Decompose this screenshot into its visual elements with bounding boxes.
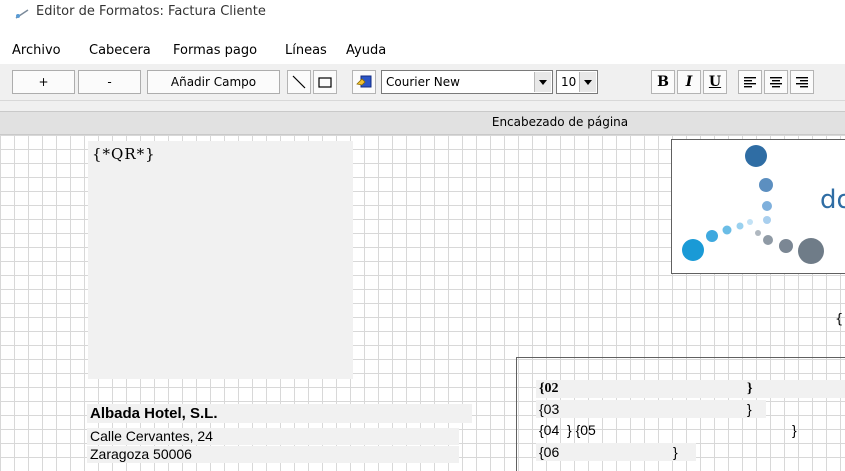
logo-image[interactable]: do bbox=[671, 139, 845, 274]
field-close: } bbox=[673, 444, 678, 460]
underline-button[interactable]: U bbox=[703, 70, 727, 94]
address-line-field[interactable]: Zaragoza 50006 bbox=[87, 446, 459, 463]
image-tool-icon[interactable] bbox=[352, 70, 376, 94]
font-family-select[interactable]: Courier New bbox=[381, 70, 553, 94]
field-open: {03 bbox=[539, 401, 560, 417]
field-brace[interactable]: { bbox=[835, 312, 843, 327]
window-title: Editor de Formatos: Factura Cliente bbox=[36, 4, 266, 19]
align-left-icon[interactable] bbox=[738, 70, 762, 94]
company-name-field[interactable]: Albada Hotel, S.L. bbox=[87, 404, 472, 423]
chevron-down-icon[interactable] bbox=[534, 72, 551, 92]
svg-text:do: do bbox=[820, 185, 845, 215]
field-open: {06 bbox=[539, 444, 560, 460]
title-bar: Editor de Formatos: Factura Cliente bbox=[0, 0, 845, 36]
align-center-icon[interactable] bbox=[764, 70, 788, 94]
field-background bbox=[536, 400, 766, 418]
field-open: {02 bbox=[539, 381, 559, 396]
font-family-value: Courier New bbox=[386, 75, 460, 89]
toolbar: + - Añadir Campo Courier New 10 B I U bbox=[0, 64, 845, 101]
field-row[interactable]: {03 } bbox=[536, 400, 845, 418]
field-row[interactable]: {02 } bbox=[536, 380, 845, 398]
field-close: } bbox=[747, 381, 753, 396]
field-row[interactable]: {06 } bbox=[536, 443, 845, 461]
qr-field-box[interactable]: {*QR*} bbox=[88, 141, 353, 379]
menu-formas-pago[interactable]: Formas pago bbox=[173, 43, 257, 59]
menu-archivo[interactable]: Archivo bbox=[12, 43, 61, 59]
add-field-button[interactable]: Añadir Campo bbox=[147, 70, 280, 94]
section-title: Encabezado de página bbox=[491, 115, 629, 129]
field-background bbox=[536, 443, 696, 461]
menu-cabecera[interactable]: Cabecera bbox=[89, 43, 151, 59]
font-size-value: 10 bbox=[561, 75, 577, 89]
font-size-select[interactable]: 10 bbox=[556, 70, 598, 94]
field-open: {04 } {05 bbox=[539, 422, 596, 438]
design-canvas[interactable]: {*QR*} do { Albada Hotel, S.L. Calle Cer… bbox=[0, 135, 845, 471]
bold-button[interactable]: B bbox=[651, 70, 675, 94]
menu-ayuda[interactable]: Ayuda bbox=[346, 43, 386, 59]
company-logo-icon: do bbox=[682, 145, 845, 264]
menu-lineas[interactable]: Líneas bbox=[285, 43, 327, 59]
line-tool-icon[interactable] bbox=[287, 70, 311, 94]
add-button[interactable]: + bbox=[12, 70, 75, 94]
menu-bar: Archivo Cabecera Formas pago Líneas Ayud… bbox=[0, 36, 845, 64]
field-close: } bbox=[747, 401, 752, 417]
chevron-down-icon[interactable] bbox=[579, 72, 596, 92]
field-close: } bbox=[792, 422, 797, 438]
address-line-field[interactable]: Calle Cervantes, 24 bbox=[87, 428, 459, 445]
field-row[interactable]: {04 } {05 } bbox=[536, 421, 845, 439]
remove-button[interactable]: - bbox=[78, 70, 141, 94]
field-background bbox=[536, 380, 845, 398]
section-header-bar[interactable]: Encabezado de página bbox=[0, 111, 845, 135]
qr-field-text: {*QR*} bbox=[92, 145, 156, 163]
align-right-icon[interactable] bbox=[790, 70, 814, 94]
rectangle-tool-icon[interactable] bbox=[313, 70, 337, 94]
italic-button[interactable]: I bbox=[677, 70, 701, 94]
editor-app-icon bbox=[15, 9, 29, 19]
